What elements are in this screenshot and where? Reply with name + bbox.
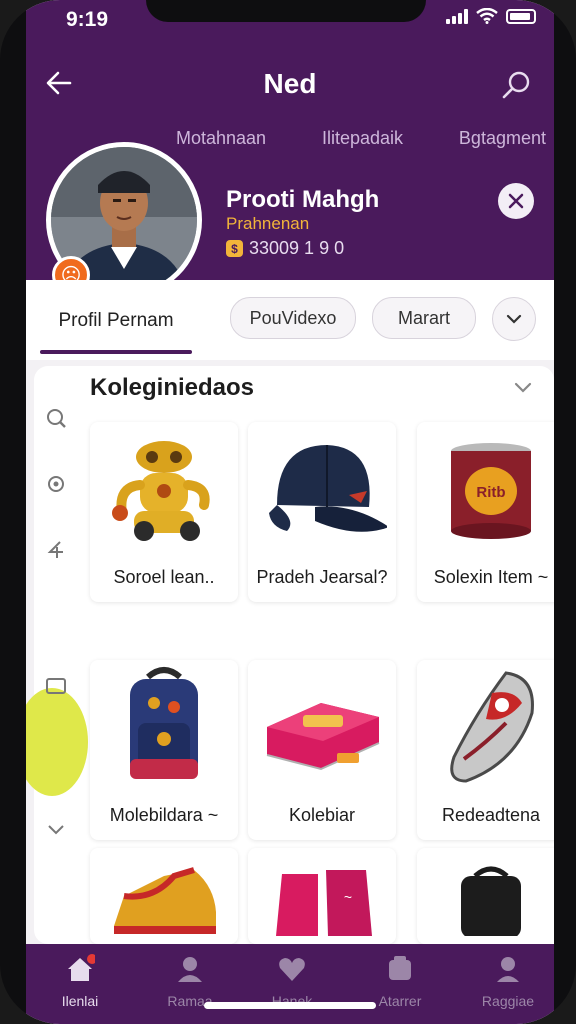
profile-name: Prooti Mahgh xyxy=(226,186,380,213)
wifi-icon xyxy=(476,8,498,24)
home-icon xyxy=(68,954,97,981)
more-filters-button[interactable] xyxy=(492,297,536,341)
nav-item-home[interactable]: Ilenlai xyxy=(50,954,110,1009)
item-label: Redeadtena xyxy=(441,805,541,825)
phone-frame: 9:19 Ned Motahnaan Ilitepadaik Bgtagment… xyxy=(0,0,576,1024)
nav-item-4[interactable]: Atarrer xyxy=(370,954,430,1009)
close-button[interactable] xyxy=(498,183,534,219)
subtab-3[interactable]: Bgtagment xyxy=(459,128,546,149)
bottom-navigation: Ilenlai Ramaa Hanek Atarrer Raggiae xyxy=(26,944,554,1024)
pencil-case-icon xyxy=(248,660,396,796)
status-time: 9:19 xyxy=(66,8,109,31)
window-rail-icon[interactable] xyxy=(44,674,68,698)
svg-text:~: ~ xyxy=(344,889,352,905)
nav-label-4: Atarrer xyxy=(378,993,422,1009)
nav-label-5: Raggiae xyxy=(481,993,535,1009)
nav-item-5[interactable]: Raggiae xyxy=(478,954,538,1009)
item-card[interactable]: Molebildara ~ xyxy=(90,660,238,840)
socks-icon: ~ xyxy=(248,848,396,944)
search-icon[interactable] xyxy=(500,68,534,102)
svg-text:Ritb: Ritb xyxy=(476,484,505,501)
chevron-down-icon xyxy=(506,314,522,324)
chevron-down-rail-icon[interactable] xyxy=(44,818,68,842)
item-card[interactable]: Soroel lean.. xyxy=(90,422,238,602)
search-rail-icon[interactable] xyxy=(44,406,68,430)
home-indicator[interactable] xyxy=(204,1002,376,1009)
sneaker-icon xyxy=(90,848,238,944)
filter-pill-1[interactable]: PouVidexo xyxy=(230,297,356,339)
profile-stat: $ 33009 1 9 0 xyxy=(226,238,344,259)
section-title: Koleginiedaos xyxy=(90,374,255,401)
bag-icon xyxy=(417,848,554,944)
slipper-icon xyxy=(417,660,554,796)
profile-icon xyxy=(497,957,519,982)
section-chevron-icon[interactable] xyxy=(514,378,532,399)
backpack-icon xyxy=(90,660,238,796)
profile-subtitle: Prahnenan xyxy=(226,214,310,233)
subtab-1[interactable]: Motahnaan xyxy=(176,128,266,149)
page-title: Ned xyxy=(263,68,317,99)
item-card[interactable] xyxy=(417,848,554,944)
battery-icon xyxy=(506,8,536,24)
item-label: Solexin Item ~ xyxy=(433,567,549,587)
cap-icon xyxy=(248,422,396,558)
camera-notch xyxy=(146,0,426,22)
filter-pill-2[interactable]: Marart xyxy=(372,297,476,339)
item-card[interactable]: Pradeh Jearsal? xyxy=(248,422,396,602)
item-label: Soroel lean.. xyxy=(113,567,215,587)
profile-stat-value: 33009 1 9 0 xyxy=(249,238,345,258)
profile-tabbar: Profil Pernam PouVidexo Marart xyxy=(26,280,554,361)
subtab-2[interactable]: Ilitepadaik xyxy=(322,128,403,149)
tab-active-indicator xyxy=(40,350,192,354)
coin-icon: $ xyxy=(226,240,243,257)
signal-icon xyxy=(446,8,468,24)
item-label: Molebildara ~ xyxy=(109,805,219,825)
item-card[interactable]: Ritb Solexin Item ~ xyxy=(417,422,554,602)
nav-item-2[interactable]: Ramaa xyxy=(160,954,220,1009)
item-card[interactable]: ~ xyxy=(248,848,396,944)
screen: 9:19 Ned Motahnaan Ilitepadaik Bgtagment… xyxy=(26,0,554,1024)
close-icon xyxy=(508,193,524,209)
arrow-rail-icon[interactable] xyxy=(44,538,68,562)
tin-can-icon: Ritb xyxy=(417,422,554,558)
target-rail-icon[interactable] xyxy=(44,472,68,496)
item-label: Pradeh Jearsal? xyxy=(256,567,388,587)
tab-profile[interactable]: Profil Pernam xyxy=(40,310,192,332)
item-card[interactable]: Kolebiar xyxy=(248,660,396,840)
header-subtabs: Motahnaan Ilitepadaik Bgtagment xyxy=(176,128,546,149)
item-card[interactable] xyxy=(90,848,238,944)
badge-icon xyxy=(389,956,411,980)
item-label: Kolebiar xyxy=(288,805,356,825)
user-icon xyxy=(178,957,202,982)
item-card[interactable]: Redeadtena xyxy=(417,660,554,840)
nav-item-3[interactable]: Hanek xyxy=(262,954,322,1009)
robot-toy-icon xyxy=(90,422,238,558)
nav-label-home: Ilenlai xyxy=(61,993,99,1009)
status-icons xyxy=(446,8,536,24)
heart-icon xyxy=(279,958,305,981)
